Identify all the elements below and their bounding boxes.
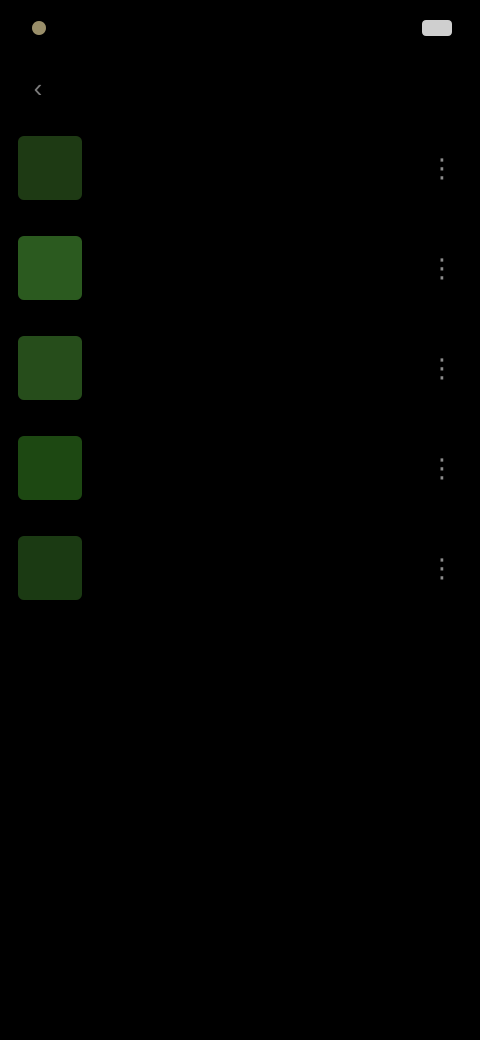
list-item[interactable]: ⋮: [0, 118, 480, 218]
item-thumbnail: [18, 236, 82, 300]
media-list: ⋮ ⋮ ⋮ ⋮ ⋮: [0, 118, 480, 618]
more-options-button[interactable]: ⋮: [424, 450, 460, 486]
item-text: [100, 164, 360, 172]
more-options-button[interactable]: ⋮: [424, 350, 460, 386]
back-button[interactable]: ‹: [20, 70, 56, 106]
battery-icon: [422, 20, 452, 36]
list-item[interactable]: ⋮: [0, 218, 480, 318]
more-vertical-icon: ⋮: [429, 252, 455, 283]
status-left: [32, 21, 56, 35]
screen: ‹ ⋮ ⋮ ⋮ ⋮ ⋮: [0, 0, 480, 1040]
more-vertical-icon: ⋮: [429, 452, 455, 483]
item-thumbnail: [18, 536, 82, 600]
notification-dot-icon: [32, 21, 46, 35]
list-item[interactable]: ⋮: [0, 418, 480, 518]
more-vertical-icon: ⋮: [429, 352, 455, 383]
list-item[interactable]: ⋮: [0, 518, 480, 618]
more-options-button[interactable]: ⋮: [424, 550, 460, 586]
list-item[interactable]: ⋮: [0, 318, 480, 418]
more-options-button[interactable]: ⋮: [424, 250, 460, 286]
more-vertical-icon: ⋮: [429, 152, 455, 183]
toolbar: ‹: [0, 60, 480, 116]
item-text: [100, 264, 360, 272]
back-arrow-icon: ‹: [33, 72, 43, 103]
item-thumbnail: [18, 136, 82, 200]
status-bar: [0, 0, 480, 56]
item-text: [100, 464, 360, 472]
item-text: [100, 364, 360, 372]
status-right: [414, 20, 452, 36]
more-vertical-icon: ⋮: [429, 552, 455, 583]
more-options-button[interactable]: ⋮: [424, 150, 460, 186]
item-thumbnail: [18, 336, 82, 400]
item-text: [100, 564, 360, 572]
item-thumbnail: [18, 436, 82, 500]
